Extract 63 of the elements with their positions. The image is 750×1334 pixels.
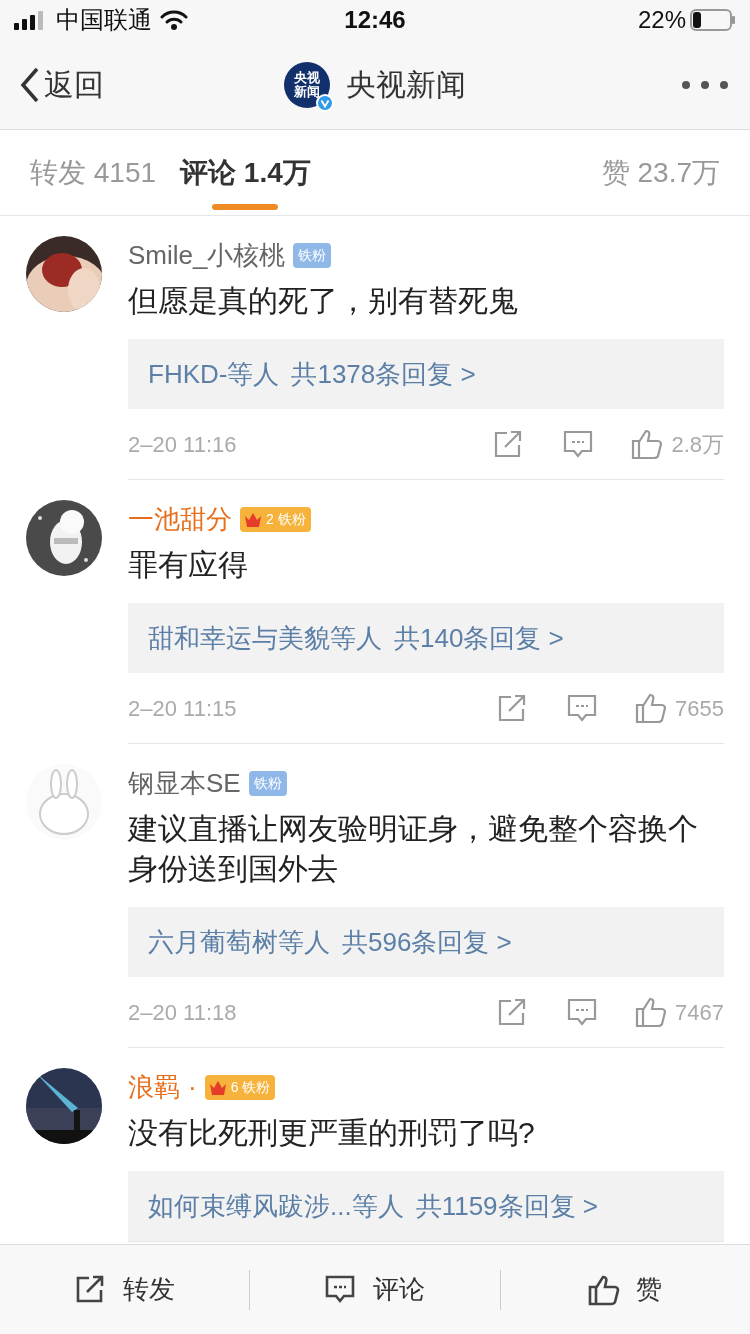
battery-percent: 22% xyxy=(637,5,686,35)
replies-link[interactable]: 六月葡萄树等人 共596条回复 > xyxy=(128,907,724,977)
reply-names: 如何束缚风跋涉...等人 xyxy=(148,1189,404,1223)
comment-icon[interactable] xyxy=(563,429,594,459)
clock-time: 12:46 xyxy=(344,6,406,33)
tab[interactable]: 评论 1.4万 xyxy=(180,129,311,216)
carrier-name: 中国联通 xyxy=(56,5,152,35)
user-name[interactable]: 一池甜分 xyxy=(128,500,232,539)
level-number: 2 xyxy=(266,510,274,529)
separator-dot: · xyxy=(188,1071,197,1104)
thumbs-up-icon xyxy=(588,1273,621,1306)
reply-names: 甜和幸运与美貌等人 xyxy=(148,621,382,655)
comment-icon[interactable] xyxy=(567,693,598,723)
replies-link[interactable]: 甜和幸运与美貌等人 共140条回复 > xyxy=(128,603,724,673)
user-name[interactable]: 浪羁 xyxy=(128,1068,180,1107)
tab-underline xyxy=(212,203,279,210)
comment-time: 2–20 11:16 xyxy=(128,430,237,459)
battery-icon xyxy=(690,9,736,31)
wifi-icon xyxy=(160,9,188,31)
like-count: 7467 xyxy=(675,998,724,1027)
like-count: 7655 xyxy=(675,694,724,723)
reply-count: 共596条回复 > xyxy=(342,925,512,959)
user-name[interactable]: Smile_小核桃 xyxy=(128,236,286,275)
reply-count: 共1378条回复 > xyxy=(291,357,476,391)
reply-count: 共1159条回复 > xyxy=(415,1189,598,1223)
more-icon[interactable] xyxy=(680,78,730,91)
share-icon[interactable] xyxy=(497,693,528,723)
bottom-action-button[interactable]: 评论 xyxy=(250,1269,500,1310)
fan-badge: 铁粉 xyxy=(248,771,287,796)
comment-icon[interactable] xyxy=(567,997,598,1027)
share-icon[interactable] xyxy=(497,997,528,1027)
tab[interactable]: 转发 4151 xyxy=(30,129,157,216)
badge-label: 铁粉 xyxy=(242,1078,271,1097)
back-button[interactable]: 返回 xyxy=(20,62,104,107)
reply-names: 六月葡萄树等人 xyxy=(148,925,330,959)
reply-count: 共140条回复 > xyxy=(394,621,564,655)
comment-text: 但愿是真的死了，别有替死鬼 xyxy=(128,283,519,319)
replies-link[interactable]: 如何束缚风跋涉...等人 共1159条回复 > xyxy=(128,1171,724,1241)
thumbs-up-icon[interactable] xyxy=(635,692,668,724)
fan-badge: 铁粉 xyxy=(293,243,332,268)
comment-text: 没有比死刑更严重的刑罚了吗? xyxy=(128,1115,536,1151)
logo-text: 新闻 xyxy=(294,84,320,99)
share-icon[interactable] xyxy=(493,429,524,459)
tab[interactable]: 赞 23.7万 xyxy=(601,129,720,216)
comment-text: 建议直播让网友验明证身，避免整个容换个身份送到国外去 xyxy=(128,811,699,887)
comment-time: 2–20 11:18 xyxy=(128,998,237,1027)
level-number: 6 xyxy=(230,1078,239,1097)
badge-label: 铁粉 xyxy=(277,510,306,529)
chevron-left-icon xyxy=(20,66,40,103)
replies-link[interactable]: FHKD-等人 共1378条回复 > xyxy=(128,339,724,409)
thumbs-up-icon[interactable] xyxy=(631,428,664,460)
comment-time: 2–20 11:15 xyxy=(128,694,237,723)
account-name: 央视新闻 xyxy=(346,67,466,103)
comment-text: 罪有应得 xyxy=(128,547,249,583)
bottom-action-button[interactable]: 转发 xyxy=(0,1269,250,1310)
user-name[interactable]: 钢显本SE xyxy=(128,764,241,803)
logo-text: 央视 xyxy=(294,70,320,85)
like-count: 2.8万 xyxy=(671,430,724,459)
crown-icon xyxy=(208,1079,227,1096)
reply-names: FHKD-等人 xyxy=(148,357,280,391)
crown-icon xyxy=(244,511,262,528)
bottom-action-button[interactable]: 赞 xyxy=(500,1269,750,1310)
thumbs-up-icon[interactable] xyxy=(635,996,668,1028)
